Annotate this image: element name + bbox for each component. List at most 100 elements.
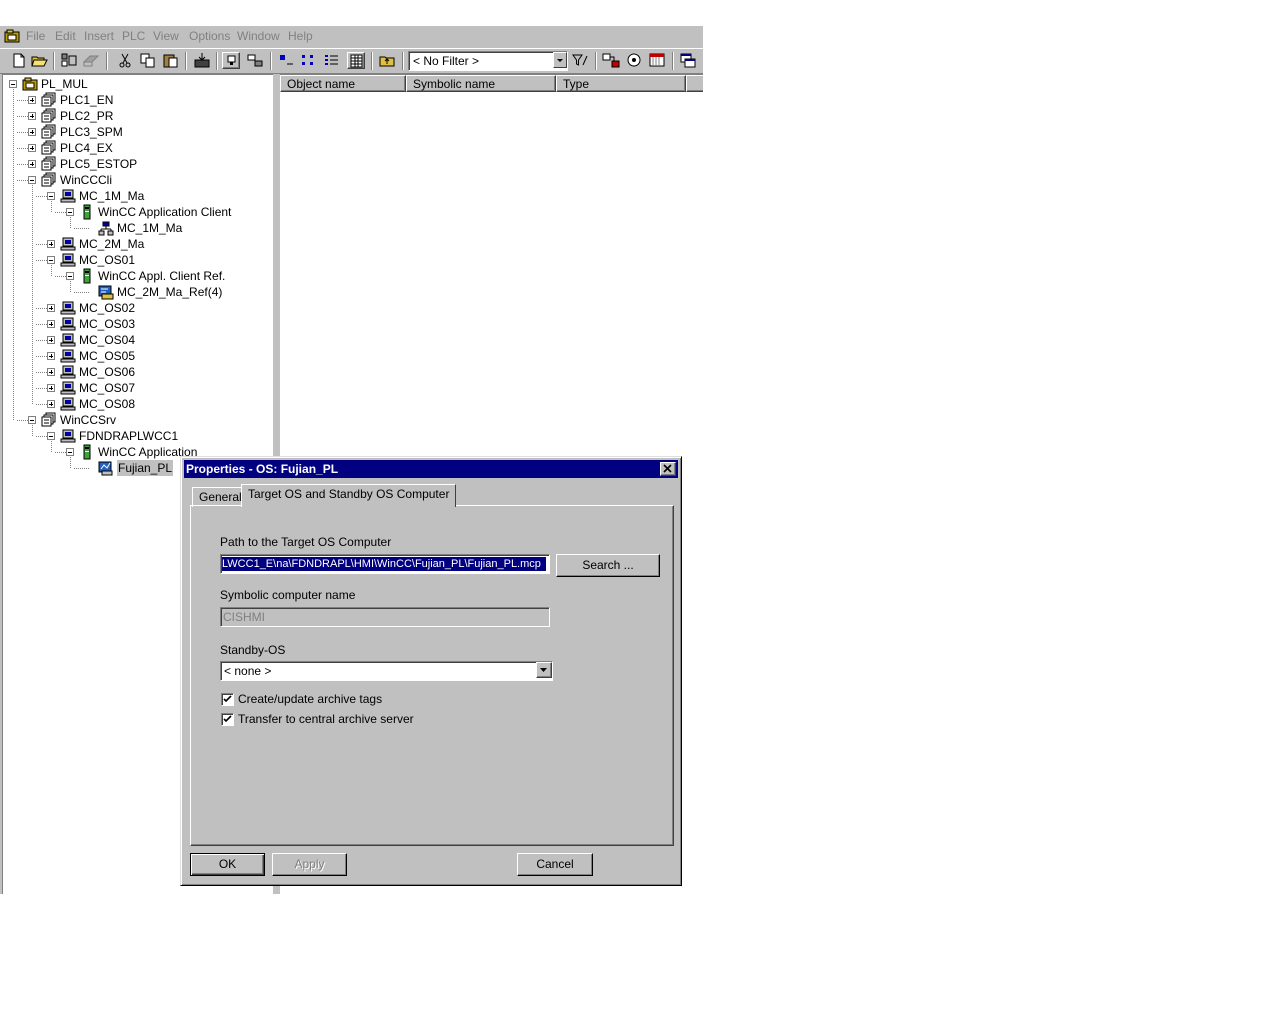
tree-node-label: MC_OS01 (79, 253, 136, 267)
tree-node[interactable]: MC_OS03 (3, 316, 271, 332)
offline-view-icon[interactable] (246, 52, 264, 69)
menu-view[interactable]: View (153, 29, 179, 43)
tree-node[interactable]: PLC5_ESTOP (3, 156, 271, 172)
collapse-icon[interactable] (47, 192, 55, 200)
expand-icon[interactable] (47, 368, 55, 376)
tree-node[interactable]: PLC1_EN (3, 92, 271, 108)
filter-settings-icon[interactable] (571, 52, 589, 69)
expand-icon[interactable] (28, 160, 36, 168)
expand-icon[interactable] (47, 304, 55, 312)
expand-icon[interactable] (47, 384, 55, 392)
collapse-icon[interactable] (28, 416, 36, 424)
tree-node[interactable]: MC_2M_Ma_Ref(4) (3, 284, 271, 300)
up-one-level-icon[interactable] (378, 52, 396, 69)
apply-button[interactable]: Apply (272, 853, 347, 876)
menu-help[interactable]: Help (288, 29, 313, 43)
tree-node[interactable]: MC_1M_Ma (3, 220, 271, 236)
expand-icon[interactable] (28, 128, 36, 136)
download-icon[interactable] (193, 52, 211, 69)
column-type[interactable]: Type (556, 75, 686, 92)
menu-options[interactable]: Options (189, 29, 230, 43)
tab-target-os[interactable]: Target OS and Standby OS Computer (241, 484, 457, 507)
copy-icon[interactable] (139, 52, 157, 69)
pc-icon (60, 364, 76, 380)
paste-icon[interactable] (162, 52, 180, 69)
expand-icon[interactable] (47, 400, 55, 408)
expand-icon[interactable] (47, 320, 55, 328)
network-icon[interactable] (625, 52, 643, 69)
simatic-manager-icon[interactable] (602, 52, 620, 69)
network-icon (98, 220, 114, 236)
symbolic-label: Symbolic computer name (220, 588, 356, 602)
accessible-nodes-icon[interactable] (60, 52, 78, 69)
tree-node[interactable]: MC_OS01 (3, 252, 271, 268)
menu-insert[interactable]: Insert (84, 29, 114, 43)
memory-card-icon[interactable] (82, 52, 100, 69)
hw-config-icon[interactable] (648, 52, 666, 69)
expand-icon[interactable] (47, 336, 55, 344)
cancel-button[interactable]: Cancel (517, 853, 593, 876)
app-menu-icon[interactable] (4, 29, 20, 43)
small-icons-icon[interactable] (300, 52, 318, 69)
path-input[interactable]: LWCC1_E\na\FDNDRAPL\HMI\WinCC\Fujian_PL\… (220, 554, 550, 574)
tree-node[interactable]: PLC3_SPM (3, 124, 271, 140)
tree-node[interactable]: WinCCSrv (3, 412, 271, 428)
archive-tags-checkbox[interactable] (221, 693, 234, 706)
collapse-icon[interactable] (47, 432, 55, 440)
tree-node-label: WinCCCli (60, 173, 112, 187)
expand-icon[interactable] (47, 240, 55, 248)
collapse-icon[interactable] (28, 176, 36, 184)
tree-node[interactable]: MC_1M_Ma (3, 188, 271, 204)
standby-dropdown-icon[interactable] (536, 662, 552, 678)
collapse-icon[interactable] (66, 208, 74, 216)
large-icons-icon[interactable] (277, 52, 295, 69)
expand-icon[interactable] (47, 352, 55, 360)
menu-edit[interactable]: Edit (55, 29, 76, 43)
tree-connector (51, 201, 52, 212)
menu-window[interactable]: Window (237, 29, 280, 43)
filter-select[interactable]: < No Filter > (408, 51, 568, 71)
dialog-titlebar[interactable]: Properties - OS: Fujian_PL (184, 460, 678, 478)
collapse-icon[interactable] (47, 256, 55, 264)
expand-icon[interactable] (28, 96, 36, 104)
arrange-windows-icon[interactable] (679, 52, 697, 69)
cut-icon[interactable] (116, 52, 134, 69)
tree-node[interactable]: FDNDRAPLWCC1 (3, 428, 271, 444)
close-button[interactable] (660, 462, 676, 476)
details-view-icon[interactable] (347, 52, 365, 69)
tree-node[interactable]: MC_OS08 (3, 396, 271, 412)
menu-plc[interactable]: PLC (122, 29, 145, 43)
checkmark-icon (223, 695, 232, 703)
tree-node[interactable]: PLC4_EX (3, 140, 271, 156)
tree-node[interactable]: MC_2M_Ma (3, 236, 271, 252)
column-extra[interactable] (686, 75, 703, 92)
tree-node-label: FDNDRAPLWCC1 (79, 429, 179, 443)
tree-node[interactable]: PL_MUL (3, 76, 271, 92)
tree-node[interactable]: MC_OS06 (3, 364, 271, 380)
tree-node[interactable]: PLC2_PR (3, 108, 271, 124)
ok-button[interactable]: OK (190, 853, 265, 876)
tree-node[interactable]: WinCC Appl. Client Ref. (3, 268, 271, 284)
open-folder-icon[interactable] (30, 52, 48, 69)
menu-file[interactable]: File (26, 29, 45, 43)
column-symbolic-name[interactable]: Symbolic name (406, 75, 556, 92)
expand-icon[interactable] (28, 144, 36, 152)
search-button[interactable]: Search ... (556, 554, 660, 577)
expand-icon[interactable] (28, 112, 36, 120)
column-object-name[interactable]: Object name (280, 75, 406, 92)
central-archive-checkbox[interactable] (221, 713, 234, 726)
collapse-icon[interactable] (66, 448, 74, 456)
new-file-icon[interactable] (10, 52, 28, 69)
standby-select[interactable]: < none > (220, 661, 553, 681)
collapse-icon[interactable] (66, 272, 74, 280)
tree-node[interactable]: MC_OS07 (3, 380, 271, 396)
list-view-icon[interactable] (323, 52, 341, 69)
tree-node[interactable]: MC_OS04 (3, 332, 271, 348)
tree-node[interactable]: MC_OS02 (3, 300, 271, 316)
tree-node[interactable]: MC_OS05 (3, 348, 271, 364)
dropdown-arrow-icon[interactable] (553, 52, 567, 68)
tree-node[interactable]: WinCC Application Client (3, 204, 271, 220)
tree-node[interactable]: WinCCCli (3, 172, 271, 188)
collapse-icon[interactable] (9, 80, 17, 88)
online-view-icon[interactable] (222, 52, 240, 69)
